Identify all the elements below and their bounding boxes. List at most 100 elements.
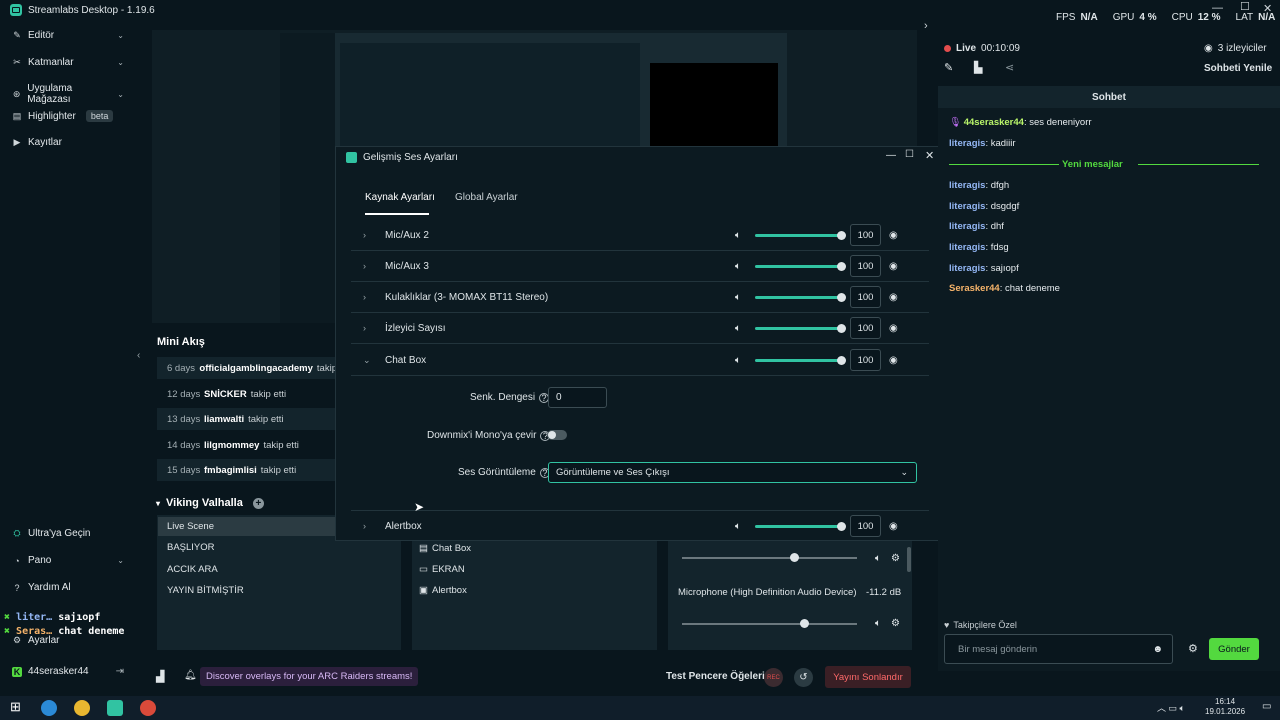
chrome-icon[interactable] [74, 700, 90, 716]
maximize-icon[interactable]: ☐ [905, 149, 914, 160]
speaker-icon[interactable]: 🔈︎ [735, 292, 741, 303]
audio-source-row[interactable]: › Mic/Aux 3 🔈︎ 100 ◉ [351, 251, 929, 282]
minimize-icon[interactable]: — [886, 150, 896, 161]
speaker-icon[interactable]: 🔈︎ [735, 521, 741, 532]
slider-knob[interactable] [837, 324, 846, 333]
scene-item[interactable]: ACCIK ARA [158, 560, 335, 579]
eye-icon[interactable]: ◉ [889, 230, 898, 241]
slider-knob[interactable] [837, 293, 846, 302]
speaker-icon[interactable]: 🔈︎ [735, 230, 741, 241]
edge-icon[interactable] [41, 700, 57, 716]
tab-source-settings[interactable]: Kaynak Ayarları [365, 192, 435, 203]
chevron-right-icon[interactable]: › [363, 323, 366, 333]
chat-user[interactable]: literagis [949, 242, 985, 253]
source-item[interactable]: ▣ Alertbox [419, 585, 467, 596]
slider-knob[interactable] [837, 262, 846, 271]
volume-input[interactable]: 100 [850, 255, 881, 277]
refresh-chat-button[interactable]: Sohbeti Yenile [1204, 63, 1272, 74]
volume-slider[interactable] [755, 265, 843, 268]
collapse-left-icon[interactable]: ‹ [137, 350, 140, 361]
chat-user[interactable]: literagis [949, 263, 985, 274]
eye-icon[interactable]: ◉ [889, 292, 898, 303]
streamlabs-icon[interactable] [107, 700, 123, 716]
chrome-profile-icon[interactable] [140, 700, 156, 716]
slider-knob[interactable] [837, 231, 846, 240]
mic-volume-slider[interactable] [682, 623, 857, 625]
volume-slider[interactable] [755, 525, 843, 528]
volume-input[interactable]: 100 [850, 515, 881, 537]
volume-input[interactable]: 100 [850, 286, 881, 308]
chevron-right-icon[interactable]: › [363, 521, 366, 531]
volume-slider[interactable] [755, 327, 843, 330]
send-button[interactable]: Gönder [1209, 638, 1259, 660]
record-button[interactable]: REC [764, 668, 783, 687]
chat-user[interactable]: literagis [949, 138, 985, 149]
eye-icon[interactable]: ◉ [889, 521, 898, 532]
scene-item[interactable]: Live Scene [158, 517, 335, 536]
chat-user[interactable]: literagis [949, 180, 985, 191]
nav-dashboard[interactable]: ◔ Pano ⌄ [12, 555, 124, 566]
stats-icon[interactable]: ▟ [156, 670, 164, 683]
sync-offset-input[interactable]: 0 [548, 387, 607, 408]
scene-collection-title[interactable]: Viking Valhalla [166, 497, 243, 509]
chat-user[interactable]: 44serasker44 [964, 117, 1024, 128]
eye-icon[interactable]: ◉ [889, 261, 898, 272]
chat-settings-icon[interactable]: ⚙ [1188, 642, 1198, 655]
collapse-chat-icon[interactable]: › [924, 20, 928, 32]
nav-help[interactable]: ? Yardım Al [12, 582, 124, 593]
gear-icon[interactable]: ⚙ [891, 553, 900, 564]
volume-slider[interactable] [755, 359, 843, 362]
audio-source-row[interactable]: › Alertbox 🔈︎ 100 ◉ [351, 510, 929, 541]
chevron-down-icon[interactable]: ▾ [156, 499, 160, 508]
speaker-icon[interactable]: 🔈︎ [735, 261, 741, 272]
mixer-volume-slider[interactable] [682, 557, 857, 559]
gear-icon[interactable]: ⚙ [891, 618, 900, 629]
eye-icon[interactable]: ◉ [889, 323, 898, 334]
chevron-down-icon[interactable]: ⌄ [363, 355, 371, 366]
nav-highlighter[interactable]: ▤ Highlighter beta [12, 110, 124, 122]
volume-slider[interactable] [755, 296, 843, 299]
audio-source-row[interactable]: › İzleyici Sayısı 🔈︎ 100 ◉ [351, 313, 929, 344]
tray-icons[interactable]: ︿ ▭ 🔈︎ [1157, 701, 1185, 714]
scene-item[interactable]: BAŞLIYOR [158, 538, 335, 557]
downmix-toggle[interactable] [547, 430, 567, 440]
slider-knob[interactable] [790, 553, 799, 562]
replay-buffer-icon[interactable]: ↺ [794, 668, 813, 687]
speaker-icon[interactable]: 🔈︎ [735, 323, 741, 334]
emoji-icon[interactable]: ☻ [1152, 644, 1163, 655]
slider-knob[interactable] [800, 619, 809, 628]
speaker-icon[interactable]: 🔈︎ [735, 355, 741, 366]
notification-icon[interactable]: 🔔︎ [184, 670, 197, 681]
volume-input[interactable]: 100 [850, 349, 881, 371]
logout-icon[interactable]: ⇥ [116, 666, 124, 677]
chat-message-input[interactable]: Bir mesaj gönderin ☻ [944, 634, 1173, 664]
audio-source-row[interactable]: › Mic/Aux 2 🔈︎ 100 ◉ [351, 220, 929, 251]
source-item[interactable]: ▤ Chat Box [419, 543, 471, 554]
close-icon[interactable]: ✕ [925, 149, 934, 162]
speaker-icon[interactable]: 🔈︎ [875, 618, 881, 629]
share-icon[interactable]: ⋖ [1005, 61, 1014, 74]
volume-input[interactable]: 100 [850, 224, 881, 246]
slider-knob[interactable] [837, 356, 846, 365]
notifications-icon[interactable]: ▭ [1262, 701, 1271, 712]
scene-item[interactable]: YAYIN BİTMİŞTİR [158, 581, 335, 600]
chevron-right-icon[interactable]: › [363, 292, 366, 302]
chat-user[interactable]: literagis [949, 201, 985, 212]
end-stream-button[interactable]: Yayını Sonlandır [825, 666, 911, 688]
chevron-right-icon[interactable]: › [363, 261, 366, 271]
nav-recordings[interactable]: ▶ Kayıtlar [12, 137, 124, 148]
audio-source-row-expanded[interactable]: ⌄ Chat Box 🔈︎ 100 ◉ [351, 345, 929, 376]
chat-user[interactable]: Serasker44 [949, 283, 1000, 294]
edit-stream-icon[interactable]: ✎ [944, 61, 953, 74]
source-item[interactable]: ▭ EKRAN [419, 564, 465, 575]
add-scene-icon[interactable]: + [252, 497, 264, 509]
volume-slider[interactable] [755, 234, 843, 237]
chevron-right-icon[interactable]: › [363, 230, 366, 240]
chat-user[interactable]: literagis [949, 221, 985, 232]
eye-icon[interactable]: ◉ [889, 355, 898, 366]
test-widgets-button[interactable]: Test Pencere Öğeleri [666, 671, 765, 682]
volume-input[interactable]: 100 [850, 317, 881, 339]
mixer-scrollbar[interactable] [907, 547, 911, 572]
nav-user[interactable]: K 44serasker44 ⇥ [12, 666, 124, 677]
nav-editor[interactable]: ✎ Editör ⌄ [12, 30, 124, 41]
